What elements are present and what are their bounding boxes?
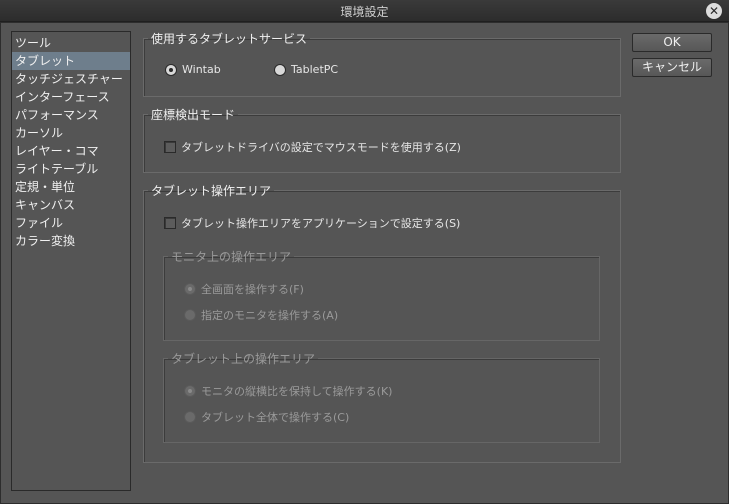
- tabletpc-radio-option[interactable]: TabletPC: [274, 63, 338, 76]
- category-item-canvas[interactable]: キャンバス: [12, 196, 130, 214]
- category-item-color-conversion[interactable]: カラー変換: [12, 232, 130, 250]
- whole-tablet-label: タブレット全体で操作する(C): [201, 411, 350, 424]
- mouse-mode-checkbox[interactable]: [164, 141, 176, 153]
- tablet-area-legend: タブレット上の操作エリア: [171, 352, 316, 366]
- keep-aspect-option: モニタの縦横比を保持して操作する(K): [184, 383, 392, 399]
- full-screen-radio: [184, 283, 196, 295]
- category-item-light-table[interactable]: ライトテーブル: [12, 160, 130, 178]
- keep-aspect-radio: [184, 385, 196, 397]
- keep-aspect-label: モニタの縦横比を保持して操作する(K): [201, 385, 393, 398]
- app-area-checkbox[interactable]: [164, 217, 176, 229]
- title-bar: 環境設定 ✕: [0, 0, 729, 22]
- ok-button[interactable]: OK: [632, 33, 712, 52]
- category-item-file[interactable]: ファイル: [12, 214, 130, 232]
- wintab-label: Wintab: [182, 63, 221, 76]
- cancel-button[interactable]: キャンセル: [632, 58, 712, 77]
- category-item-ruler-unit[interactable]: 定規・単位: [12, 178, 130, 196]
- category-item-layer-frame[interactable]: レイヤー・コマ: [12, 142, 130, 160]
- specific-monitor-radio: [184, 309, 196, 321]
- category-item-performance[interactable]: パフォーマンス: [12, 106, 130, 124]
- wintab-radio-option[interactable]: Wintab: [165, 63, 221, 76]
- specific-monitor-option: 指定のモニタを操作する(A): [184, 307, 338, 323]
- app-area-option[interactable]: タブレット操作エリアをアプリケーションで設定する(S): [164, 215, 460, 231]
- category-item-tools[interactable]: ツール: [12, 34, 130, 52]
- specific-monitor-label: 指定のモニタを操作する(A): [201, 309, 339, 322]
- mouse-mode-option[interactable]: タブレットドライバの設定でマウスモードを使用する(Z): [164, 139, 461, 155]
- coord-mode-legend: 座標検出モード: [151, 108, 236, 122]
- wintab-radio[interactable]: [165, 63, 177, 76]
- tablet-service-legend: 使用するタブレットサービス: [151, 32, 308, 46]
- full-screen-option: 全画面を操作する(F): [184, 281, 304, 297]
- tabletpc-label: TabletPC: [291, 63, 339, 76]
- category-item-interface[interactable]: インターフェース: [12, 88, 130, 106]
- tabletpc-radio[interactable]: [274, 63, 286, 76]
- category-item-cursor[interactable]: カーソル: [12, 124, 130, 142]
- window-title: 環境設定: [340, 5, 389, 19]
- category-list[interactable]: ツール タブレット タッチジェスチャー インターフェース パフォーマンス カーソ…: [11, 31, 131, 491]
- operation-area-legend: タブレット操作エリア: [151, 184, 272, 198]
- whole-tablet-option: タブレット全体で操作する(C): [184, 409, 349, 425]
- close-icon[interactable]: ✕: [706, 3, 722, 19]
- full-screen-label: 全画面を操作する(F): [201, 283, 304, 296]
- mouse-mode-label: タブレットドライバの設定でマウスモードを使用する(Z): [181, 141, 461, 154]
- whole-tablet-radio: [184, 411, 196, 423]
- category-item-touch-gesture[interactable]: タッチジェスチャー: [12, 70, 130, 88]
- monitor-area-legend: モニタ上の操作エリア: [171, 250, 292, 264]
- app-area-label: タブレット操作エリアをアプリケーションで設定する(S): [181, 217, 461, 230]
- category-item-tablet[interactable]: タブレット: [12, 52, 130, 70]
